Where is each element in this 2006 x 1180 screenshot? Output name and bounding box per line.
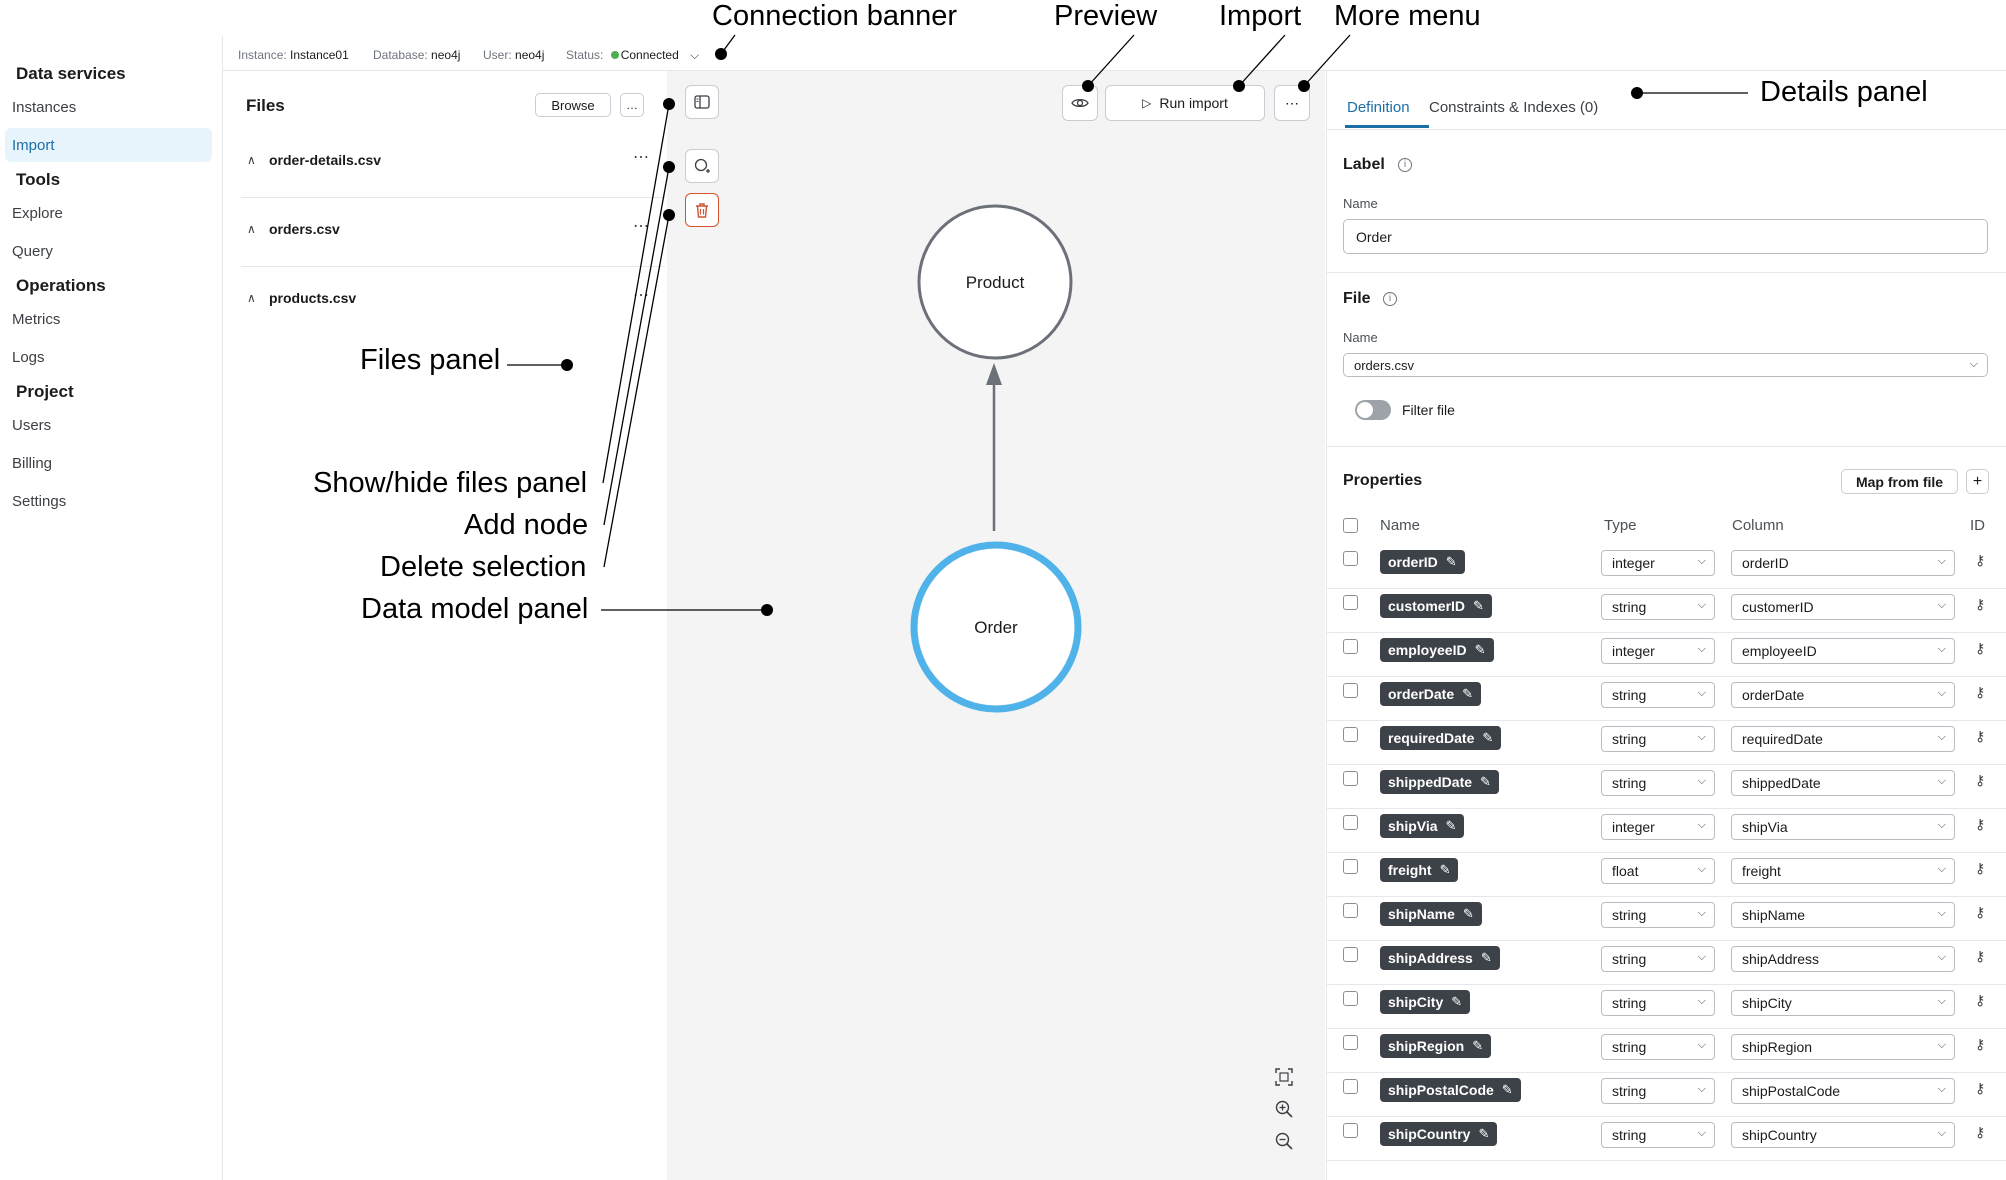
annotation-dot <box>761 604 773 616</box>
annotation-dot <box>663 98 675 110</box>
annotation-more-menu: More menu <box>1334 0 1481 32</box>
annotation-dot <box>1298 80 1310 92</box>
annotation-details-panel: Details panel <box>1760 76 1928 108</box>
annotation-import: Import <box>1219 0 1302 32</box>
annotation-preview: Preview <box>1054 0 1158 32</box>
annotation-data-model-panel: Data model panel <box>361 593 589 625</box>
annotation-dot <box>1233 80 1245 92</box>
annotation-connection-banner: Connection banner <box>712 0 958 32</box>
annotation-delete-selection: Delete selection <box>380 551 587 583</box>
annotation-show-hide-files-panel: Show/hide files panel <box>313 467 588 499</box>
annotation-dot <box>561 359 573 371</box>
annotation-add-node: Add node <box>464 509 589 541</box>
annotation-dot <box>1631 87 1643 99</box>
annotation-dot <box>1082 80 1094 92</box>
annotation-dot <box>663 209 675 221</box>
annotation-dot <box>715 48 727 60</box>
annotation-lines <box>507 34 1748 611</box>
annotation-files-panel: Files panel <box>360 344 501 376</box>
annotation-dot <box>663 161 675 173</box>
